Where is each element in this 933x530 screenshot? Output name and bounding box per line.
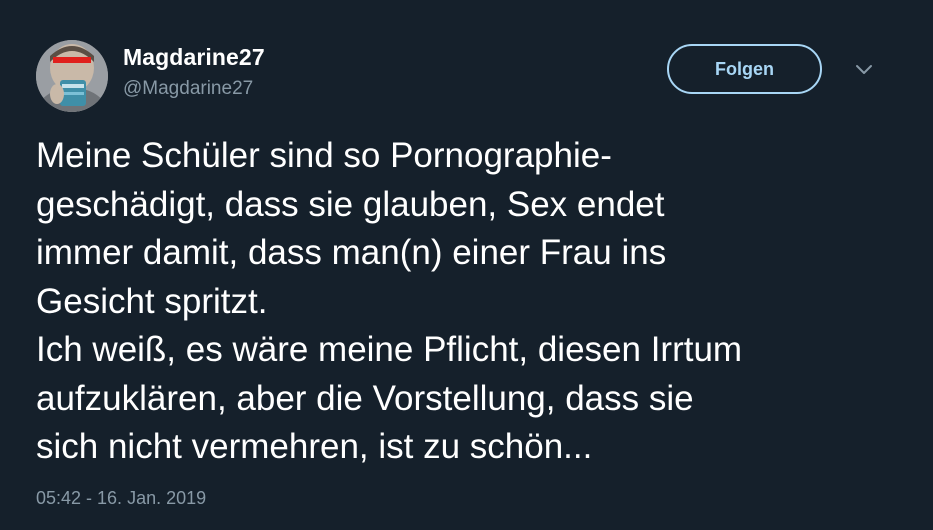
- tweet-text-line: Meine Schüler sind so Pornographie-: [36, 136, 612, 175]
- tweet-text-line: Ich weiß, es wäre meine Pflicht, diesen …: [36, 330, 743, 369]
- tweet-text: Meine Schüler sind so Pornographie- gesc…: [36, 132, 916, 472]
- tweet-text-line: sich nicht vermehren, ist zu schön...: [36, 427, 593, 466]
- display-name[interactable]: Magdarine27: [123, 44, 265, 71]
- tweet-text-line: immer damit, dass man(n) einer Frau ins: [36, 233, 667, 272]
- tweet-timestamp[interactable]: 05:42 - 16. Jan. 2019: [36, 488, 206, 509]
- follow-button[interactable]: Folgen: [667, 44, 822, 94]
- user-handle[interactable]: @Magdarine27: [123, 78, 253, 100]
- tweet-text-line: geschädigt, dass sie glauben, Sex endet: [36, 184, 665, 224]
- avatar[interactable]: [36, 40, 108, 112]
- tweet-card: Magdarine27 @Magdarine27 Folgen Meine Sc…: [0, 0, 933, 530]
- tweet-text-line: Gesicht spritzt.: [36, 281, 268, 321]
- avatar-image: [36, 40, 108, 112]
- tweet-text-line: aufzuklären, aber die Vorstellung, dass …: [36, 378, 694, 418]
- chevron-down-icon[interactable]: [852, 62, 876, 78]
